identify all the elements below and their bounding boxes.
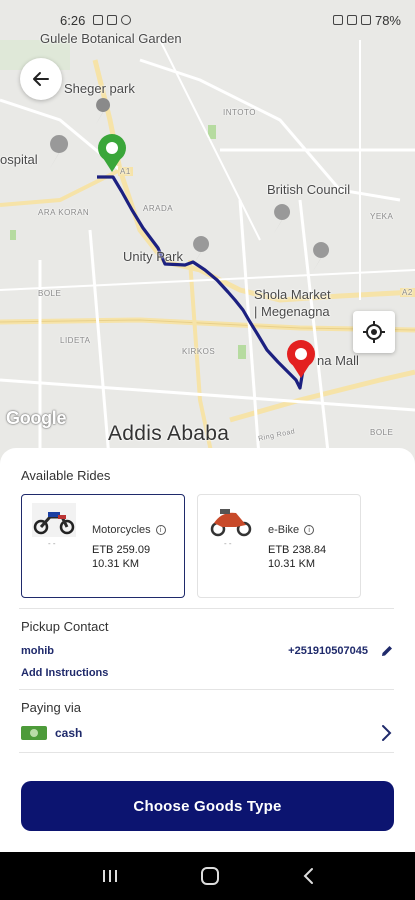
route-line (97, 175, 305, 390)
arrow-left-icon (33, 72, 49, 86)
ride-option-ebike[interactable]: - - e-Bike i ETB 238.84 10.31 KM (197, 494, 361, 598)
divider (19, 689, 394, 690)
contact-name: mohib (21, 645, 54, 657)
map-label-district: KIRKOS (182, 347, 216, 356)
info-icon[interactable]: i (155, 525, 166, 535)
ride-options-sheet: Available Rides - - Motorcycles i ETB 25… (0, 448, 415, 852)
ride-option-motorcycles[interactable]: - - Motorcycles i ETB 259.09 10.31 KM (21, 494, 185, 598)
divider (19, 608, 394, 609)
map-label-hospital: ospital (0, 152, 38, 167)
map-roads (0, 39, 415, 470)
map-label-city: Addis Ababa (108, 422, 230, 445)
ride-option-distance: 10.31 KM (92, 558, 140, 570)
pickup-contact-title: Pickup Contact (21, 619, 109, 634)
map-label-megenagna: | Megenagna (254, 304, 330, 319)
battery-percent: 78% (374, 12, 401, 28)
info-icon[interactable]: i (304, 525, 315, 535)
recent-apps-icon[interactable] (101, 868, 119, 884)
chevron-right-icon (382, 725, 392, 741)
map-view[interactable]: 6:26 78% Gulele Botanical Garden Sheger … (0, 0, 415, 470)
ride-options-list: - - Motorcycles i ETB 259.09 10.31 KM - … (21, 494, 394, 598)
map-label-sheger-park: Sheger park (64, 81, 135, 96)
wifi-icon (360, 15, 371, 25)
notification-icon (93, 15, 104, 25)
map-label-district: BOLE (370, 428, 394, 437)
status-time: 6:26 (60, 12, 86, 28)
dropoff-pin (287, 340, 315, 378)
scooter-icon (210, 509, 252, 537)
map-label-shola-market: Shola Market (254, 287, 331, 302)
map-label-district: ARA KORAN (38, 208, 90, 217)
divider (19, 752, 394, 753)
poi-marker-shola-market (313, 242, 330, 271)
map-label-highway: A1 (118, 167, 133, 176)
map-label-district: ARADA (143, 204, 174, 213)
edit-icon[interactable] (380, 644, 394, 658)
map-label-british-council: British Council (267, 182, 351, 197)
paying-via-title: Paying via (21, 700, 81, 715)
system-nav-bar (0, 852, 415, 900)
ride-option-name: e-Bike i (268, 524, 315, 536)
map-label-district: YEKA (370, 212, 394, 221)
contact-phone: +251910507045 (288, 645, 368, 657)
ride-option-distance: 10.31 KM (268, 558, 316, 570)
crosshair-icon (363, 321, 385, 343)
google-logo: Google (6, 408, 67, 428)
cash-icon (21, 726, 47, 740)
home-icon[interactable] (200, 866, 220, 886)
key-icon (332, 15, 343, 25)
ride-option-name-text: e-Bike (268, 524, 300, 536)
map-label-district: BOLE (38, 289, 62, 298)
payment-method-row[interactable]: cash (21, 724, 394, 742)
pickup-contact-row: mohib +251910507045 (21, 644, 394, 658)
my-location-button[interactable] (353, 311, 395, 353)
add-instructions-link[interactable]: Add Instructions (21, 667, 394, 679)
ride-option-name: Motorcycles i (92, 524, 166, 536)
map-label-mall: na Mall (317, 353, 359, 368)
back-nav-icon[interactable] (301, 867, 315, 885)
account-icon (121, 15, 132, 25)
payment-method-label: cash (55, 726, 83, 740)
ride-option-price: ETB 238.84 (268, 544, 327, 556)
choose-goods-type-button[interactable]: Choose Goods Type (21, 781, 394, 831)
signal-icon (346, 15, 357, 25)
poi-marker-hospital (50, 135, 69, 168)
ride-option-name-text: Motorcycles (92, 524, 151, 536)
notification-icon (107, 15, 118, 25)
back-button[interactable] (20, 58, 62, 100)
map-label-district: INTOTO (223, 108, 256, 117)
available-rides-title: Available Rides (21, 468, 111, 483)
poi-marker-unity-park (193, 236, 210, 265)
map-label-highway: A2 (400, 288, 415, 297)
separator-dots: - - (224, 539, 232, 548)
map-label-unity-park: Unity Park (123, 249, 183, 264)
map-label-district: LIDETA (60, 336, 91, 345)
separator-dots: - - (48, 539, 56, 548)
motorcycle-icon (32, 503, 76, 537)
poi-marker-british-council (274, 204, 291, 233)
map-label-garden: Gulele Botanical Garden (40, 31, 182, 46)
ride-option-price: ETB 259.09 (92, 544, 151, 556)
